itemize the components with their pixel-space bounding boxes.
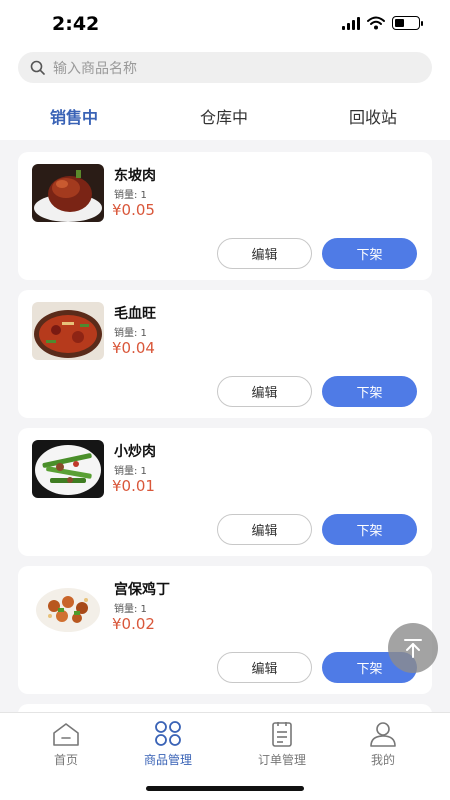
product-image bbox=[32, 440, 104, 498]
product-sales: 销量: 1 bbox=[114, 190, 147, 201]
edit-button[interactable]: 编辑 bbox=[217, 514, 312, 545]
status-icons bbox=[342, 16, 423, 30]
status-time: 2:42 bbox=[52, 13, 100, 35]
product-sales: 销量: 1 bbox=[114, 328, 147, 339]
user-icon bbox=[370, 722, 396, 747]
product-price: ¥0.05 bbox=[112, 201, 155, 219]
product-card-partial bbox=[18, 704, 432, 712]
status-bar: 2:42 bbox=[0, 0, 450, 48]
product-name: 宫保鸡丁 bbox=[114, 582, 170, 598]
nav-label-order-management: 订单管理 bbox=[257, 753, 306, 767]
nav-item-order-management[interactable]: 订单管理 bbox=[242, 721, 322, 768]
edit-button[interactable]: 编辑 bbox=[217, 238, 312, 269]
product-card: 东坡肉 销量: 1 ¥0.05 编辑 下架 bbox=[18, 152, 432, 280]
product-image bbox=[32, 164, 104, 222]
product-sales: 销量: 1 bbox=[114, 604, 147, 615]
back-to-top-button[interactable] bbox=[388, 623, 438, 673]
product-name: 毛血旺 bbox=[114, 306, 156, 322]
nav-item-product-management[interactable]: 商品管理 bbox=[128, 721, 208, 768]
take-off-shelf-button[interactable]: 下架 bbox=[322, 514, 417, 545]
product-image bbox=[32, 578, 104, 636]
product-image bbox=[32, 302, 104, 360]
product-name: 小炒肉 bbox=[114, 444, 156, 460]
tab-warehouse[interactable]: 仓库中 bbox=[200, 104, 248, 128]
search-icon bbox=[30, 60, 45, 75]
product-list: 东坡肉 销量: 1 ¥0.05 编辑 下架 毛血旺 销量: 1 ¥0.04 编辑… bbox=[0, 140, 450, 712]
clipboard-icon bbox=[272, 722, 292, 747]
product-sales: 销量: 1 bbox=[114, 466, 147, 477]
nav-label-home: 首页 bbox=[53, 753, 78, 767]
battery-icon bbox=[392, 16, 423, 30]
edit-button[interactable]: 编辑 bbox=[217, 652, 312, 683]
product-card: 小炒肉 销量: 1 ¥0.01 编辑 下架 bbox=[18, 428, 432, 556]
take-off-shelf-button[interactable]: 下架 bbox=[322, 238, 417, 269]
product-card: 毛血旺 销量: 1 ¥0.04 编辑 下架 bbox=[18, 290, 432, 418]
tab-recycle-bin[interactable]: 回收站 bbox=[349, 104, 397, 128]
arrow-up-icon bbox=[404, 639, 422, 658]
search-input[interactable]: 输入商品名称 bbox=[18, 52, 432, 83]
product-price: ¥0.04 bbox=[112, 339, 155, 357]
edit-button[interactable]: 编辑 bbox=[217, 376, 312, 407]
nav-label-product-management: 商品管理 bbox=[143, 753, 192, 767]
nav-label-mine: 我的 bbox=[370, 753, 395, 767]
tab-on-sale[interactable]: 销售中 bbox=[50, 104, 98, 128]
search-placeholder: 输入商品名称 bbox=[53, 60, 137, 77]
product-price: ¥0.01 bbox=[112, 477, 155, 495]
product-price: ¥0.02 bbox=[112, 615, 155, 633]
product-card: 宫保鸡丁 销量: 1 ¥0.02 编辑 下架 bbox=[18, 566, 432, 694]
nav-item-home[interactable]: 首页 bbox=[26, 721, 106, 768]
home-indicator bbox=[146, 786, 304, 791]
status-tabs: 销售中 仓库中 回收站 bbox=[0, 92, 450, 140]
search-area: 输入商品名称 bbox=[0, 48, 450, 92]
take-off-shelf-button[interactable]: 下架 bbox=[322, 376, 417, 407]
product-name: 东坡肉 bbox=[114, 168, 156, 184]
grid-icon bbox=[155, 721, 181, 746]
home-icon bbox=[53, 723, 79, 746]
cellular-signal-icon bbox=[342, 16, 360, 30]
wifi-icon bbox=[367, 16, 385, 30]
nav-item-mine[interactable]: 我的 bbox=[343, 721, 423, 768]
